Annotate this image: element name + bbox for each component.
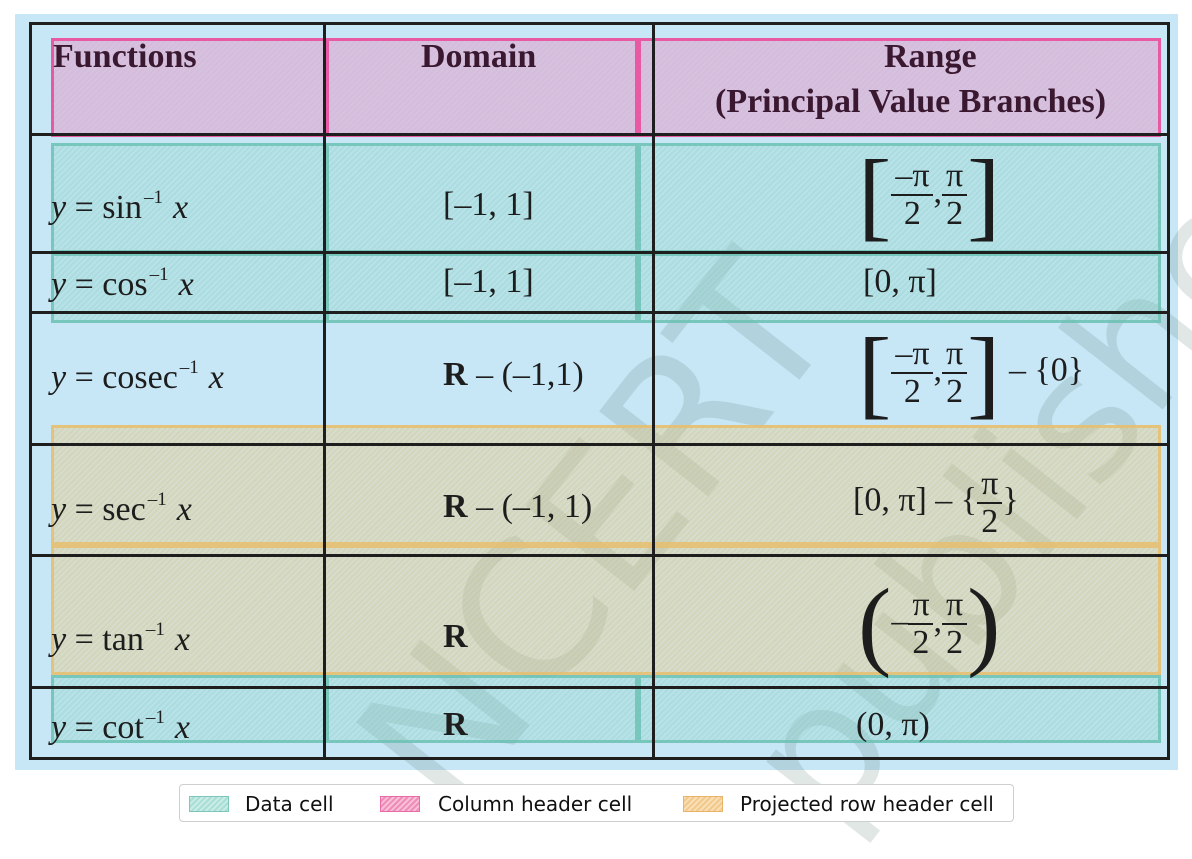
header-range: Range [884,38,977,75]
legend: Data cell Column header cell Projected r… [179,784,1014,822]
domain-cell: R [443,618,468,655]
range-cell: [0, π] [863,263,937,300]
domain-cell: R [443,706,468,743]
header-domain: Domain [421,38,537,75]
function-cell: y = tan –1 x [51,619,190,658]
table-border-top [29,22,1170,25]
range-cell: (– π 2, π 2) [858,568,1001,679]
domain-cell: R – (–1, 1) [443,488,593,525]
legend-column-header-swatch [380,796,420,812]
page: NCERT published Functions Domain Range (… [15,14,1192,859]
table-border-left [29,22,32,760]
function-cell: y = cot –1 x [51,707,190,746]
legend-data-cell-swatch [189,796,229,812]
function-cell: y = sec –1 x [51,489,192,528]
range-cell: (0, π) [856,706,930,743]
range-cell: [–π 2, π 2] – {0} [858,317,1085,428]
legend-projected-row-header-label: Projected row header cell [740,792,994,816]
function-cell: y = cosec –1 x [51,357,224,396]
legend-projected-row-header-swatch [683,796,723,812]
table-border-bottom [29,757,1170,760]
row-divider [29,554,1170,557]
function-cell: y = sin –1 x [51,187,189,226]
column-divider [323,22,326,760]
table-border-right [1167,22,1170,760]
domain-cell: [–1, 1] [443,186,534,223]
domain-cell: R – (–1,1) [443,356,584,393]
column-divider [652,22,655,760]
row-divider [29,686,1170,689]
domain-cell: [–1, 1] [443,263,534,300]
function-cell: y = cos –1 x [51,264,194,303]
row-divider [29,443,1170,446]
row-divider [29,133,1170,136]
legend-column-header-label: Column header cell [438,792,633,816]
range-cell: [0, π] – {π 2} [853,465,1019,540]
range-cell: [–π 2, π 2] [858,139,1001,250]
legend-data-cell-label: Data cell [245,792,334,816]
header-range-subtitle: (Principal Value Branches) [715,83,1107,120]
row-divider [29,311,1170,314]
row-divider [29,251,1170,254]
header-functions: Functions [53,38,197,75]
